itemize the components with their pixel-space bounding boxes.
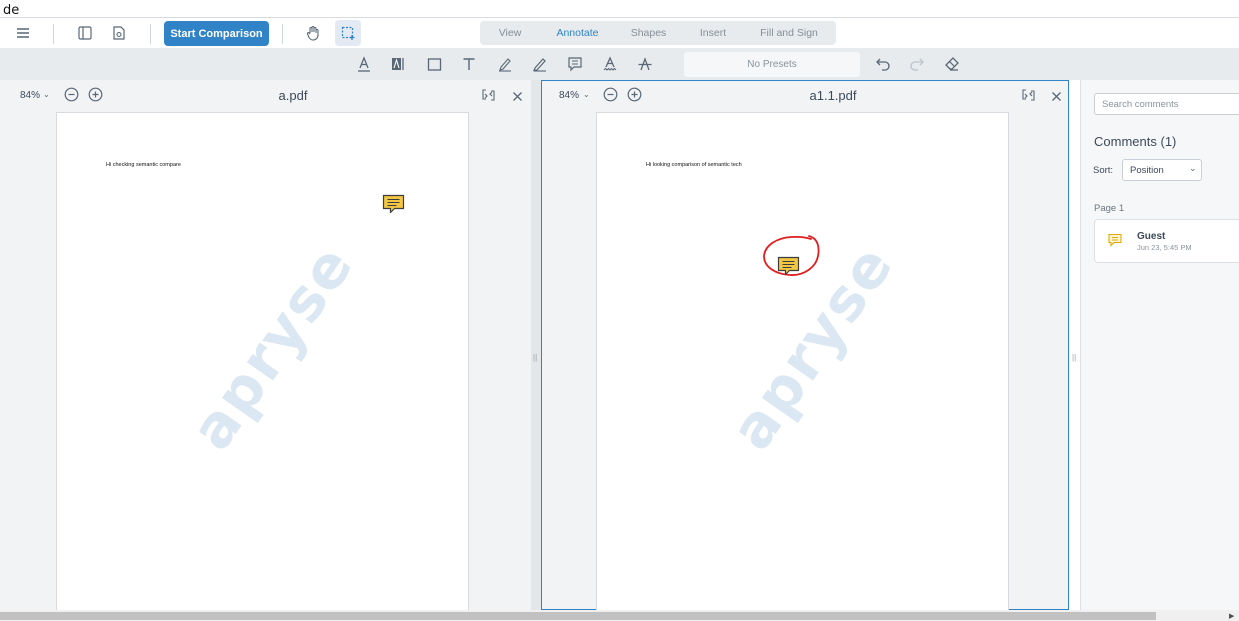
tab-view[interactable]: View [480,27,540,39]
underline-text-icon[interactable] [352,52,376,76]
page-snippet-text: de [3,3,20,18]
zoom-out-icon[interactable] [64,87,79,107]
signature-pen-icon[interactable] [493,52,517,76]
panel-toggle-icon[interactable] [72,20,98,46]
sort-dropdown-value: Position [1130,164,1164,176]
tab-shapes[interactable]: Shapes [615,27,682,39]
sort-dropdown[interactable]: Position ⌄ [1122,159,1202,181]
header-divider [53,24,54,44]
scrollbar-thumb[interactable] [0,612,1156,620]
sticky-note-annotation-icon[interactable] [776,254,801,284]
comments-title-label: Comments [1094,134,1157,149]
chevron-down-icon[interactable]: ⌄ [43,90,50,99]
page-text: Hi looking comparison of semantic tech [646,162,742,168]
start-comparison-button[interactable]: Start Comparison [164,21,269,46]
document-filename: a1.1.pdf [809,88,857,103]
watermark: apryse [177,232,367,462]
close-icon[interactable] [1051,89,1062,107]
freehand-pen-icon[interactable] [528,52,552,76]
tab-insert[interactable]: Insert [682,27,744,39]
drag-handle-icon[interactable]: || [533,353,537,362]
style-presets[interactable]: No Presets [684,52,860,77]
zoom-out-icon[interactable] [603,87,618,107]
rectangle-icon[interactable] [422,52,446,76]
sticky-note-annotation-icon[interactable] [381,192,406,222]
zoom-level[interactable]: 84% [559,90,579,101]
comments-count: (1) [1160,134,1177,149]
zoom-level[interactable]: 84% [20,90,40,101]
zoom-in-icon[interactable] [88,87,103,107]
comment-date: Jun 23, 5:45 PM [1137,243,1192,252]
redo-icon[interactable] [905,52,929,76]
highlight-text-icon[interactable] [386,52,410,76]
header-divider [282,24,283,44]
sticky-note-icon[interactable] [563,52,587,76]
file-settings-icon[interactable] [106,20,132,46]
search-comments-input[interactable]: Search comments [1094,93,1239,115]
pdf-page: Hi looking comparison of semantic tech a… [596,112,1009,612]
pan-hand-icon[interactable] [300,20,326,46]
replace-file-icon[interactable] [481,88,496,107]
sort-label: Sort: [1093,165,1114,176]
free-text-icon[interactable] [457,52,481,76]
squiggly-text-icon[interactable] [598,52,622,76]
drag-handle-icon[interactable]: || [1072,353,1076,362]
pane-splitter[interactable] [531,80,541,610]
scroll-right-arrow-icon[interactable]: ▶ [1229,612,1234,620]
chevron-down-icon: ⌄ [1189,163,1197,173]
ribbon-tabs: View Annotate Shapes Insert Fill and Sig… [480,21,836,45]
eraser-icon[interactable] [940,52,964,76]
page-text: Hi checking semantic compare [106,162,181,168]
undo-icon[interactable] [871,52,895,76]
header-divider [150,24,151,44]
select-region-icon[interactable] [335,20,361,46]
tab-annotate[interactable]: Annotate [540,27,615,39]
strikeout-text-icon[interactable] [633,52,657,76]
close-icon[interactable] [512,89,523,107]
comment-author: Guest [1137,231,1166,242]
zoom-in-icon[interactable] [627,87,642,107]
pdf-page: Hi checking semantic compare apryse [56,112,469,612]
comment-page-group: Page 1 [1094,203,1125,214]
tab-fill-and-sign[interactable]: Fill and Sign [744,27,834,39]
replace-file-icon[interactable] [1021,88,1036,107]
menu-icon[interactable] [10,20,36,46]
document-filename: a.pdf [278,88,308,103]
sticky-note-icon [1107,232,1123,253]
chevron-down-icon[interactable]: ⌄ [583,90,590,99]
comments-title: Comments (1) [1094,134,1176,149]
